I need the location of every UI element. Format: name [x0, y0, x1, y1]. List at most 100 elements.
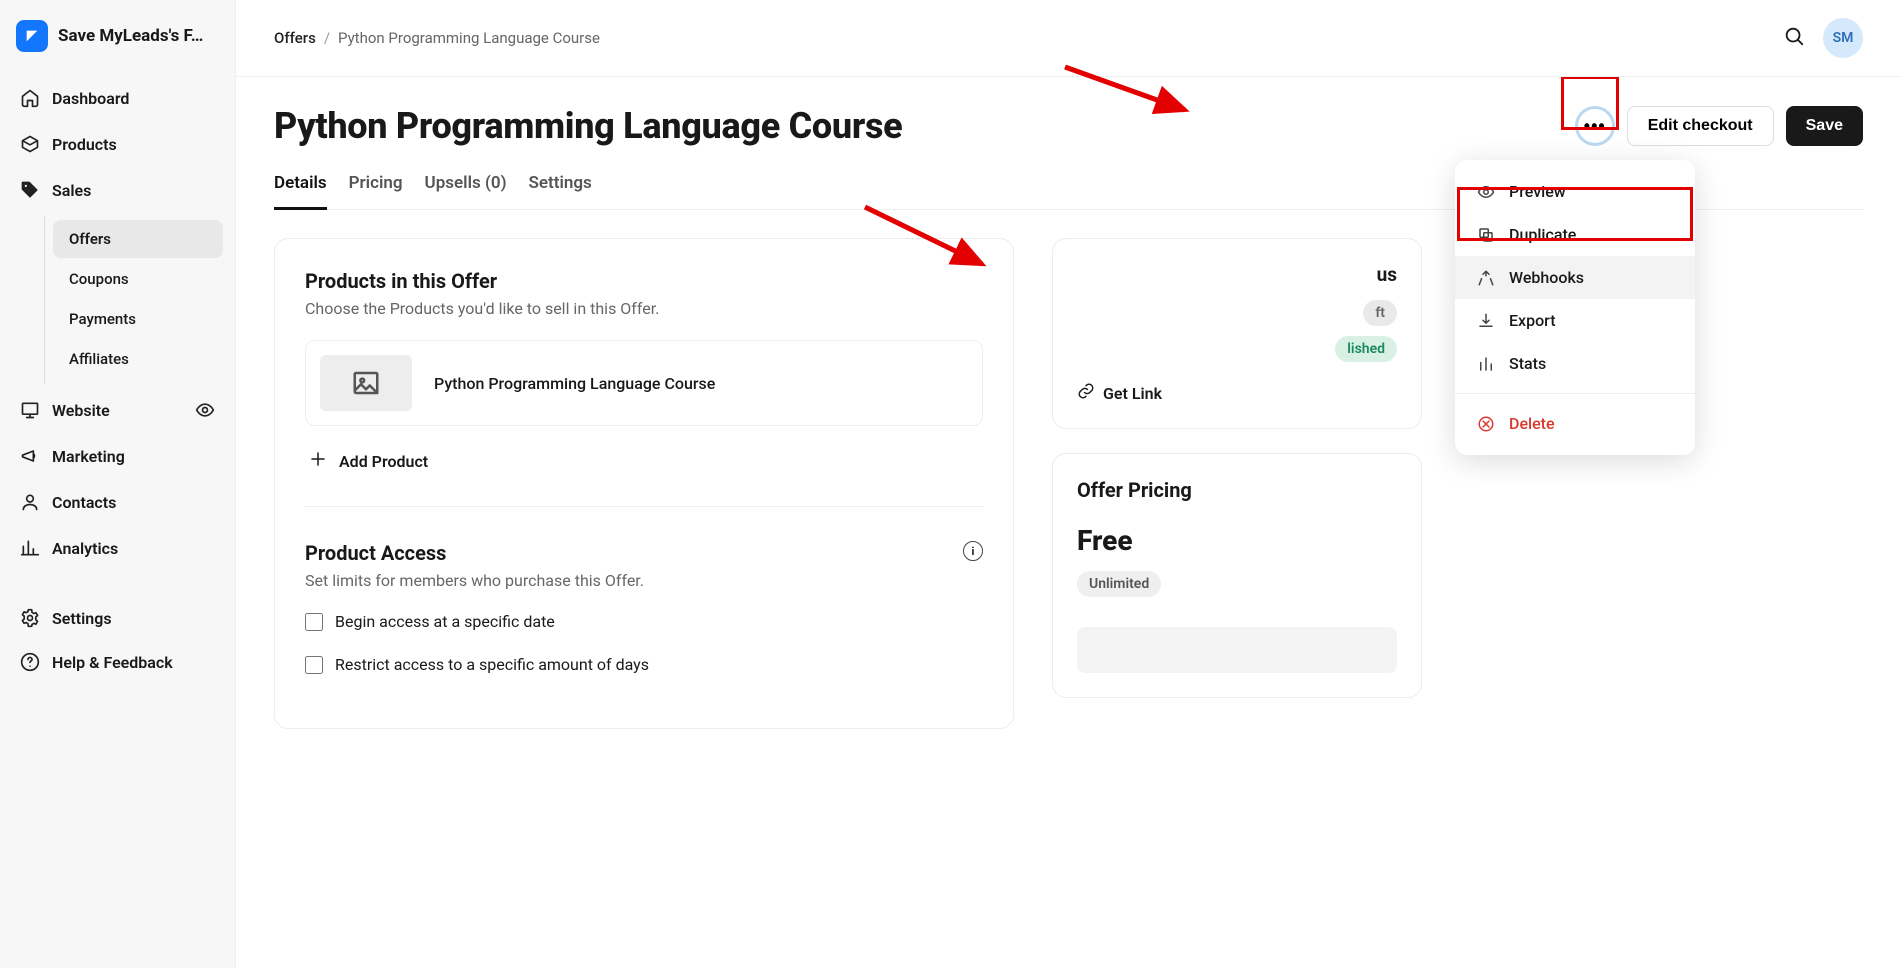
page-title: Python Programming Language Course — [274, 105, 902, 147]
sidebar-item-analytics[interactable]: Analytics — [12, 528, 223, 568]
divider — [305, 506, 983, 507]
sidebar-item-sales[interactable]: Sales — [12, 170, 223, 210]
breadcrumb: Offers / Python Programming Language Cou… — [274, 29, 600, 47]
sidebar-bottom: Settings Help & Feedback — [12, 598, 223, 682]
dd-label: Export — [1509, 311, 1556, 330]
sidebar-item-contacts[interactable]: Contacts — [12, 482, 223, 522]
sidebar-sub-offers[interactable]: Offers — [53, 220, 223, 258]
sidebar-sub-coupons[interactable]: Coupons — [53, 260, 223, 298]
sidebar-item-label: Contacts — [52, 493, 116, 512]
pricing-value: Free — [1077, 524, 1397, 557]
sidebar-sub-affiliates[interactable]: Affiliates — [53, 340, 223, 378]
breadcrumb-root[interactable]: Offers — [274, 29, 316, 47]
products-card: Products in this Offer Choose the Produc… — [274, 238, 1014, 729]
box-icon — [20, 134, 40, 154]
sidebar-item-settings[interactable]: Settings — [12, 598, 223, 638]
sidebar-sales-sub: Offers Coupons Payments Affiliates — [44, 216, 223, 384]
info-icon[interactable]: i — [963, 541, 983, 561]
dd-label: Duplicate — [1509, 225, 1576, 244]
content: Python Programming Language Course ••• E… — [236, 77, 1901, 757]
add-product-label: Add Product — [339, 452, 428, 471]
get-link-label: Get Link — [1103, 384, 1162, 403]
brand[interactable]: Save MyLeads's F… — [12, 20, 223, 52]
dd-label: Preview — [1509, 182, 1566, 201]
monitor-icon — [20, 400, 40, 420]
status-heading: us — [1077, 263, 1397, 286]
image-placeholder-icon — [320, 355, 412, 411]
access-opt-label: Begin access at a specific date — [335, 612, 555, 631]
sidebar-item-marketing[interactable]: Marketing — [12, 436, 223, 476]
brand-name: Save MyLeads's F… — [58, 26, 203, 46]
tab-settings[interactable]: Settings — [529, 163, 592, 210]
pricing-placeholder-box — [1077, 627, 1397, 673]
save-button[interactable]: Save — [1786, 106, 1863, 146]
breadcrumb-current: Python Programming Language Course — [338, 29, 600, 47]
download-icon — [1477, 312, 1495, 330]
dd-label: Webhooks — [1509, 268, 1584, 287]
search-icon[interactable] — [1783, 25, 1805, 51]
status-badge-draft: ft — [1363, 300, 1397, 326]
sidebar-item-website[interactable]: Website — [12, 390, 223, 430]
dd-stats[interactable]: Stats — [1455, 342, 1695, 385]
more-actions-button[interactable]: ••• — [1575, 106, 1615, 146]
sidebar-item-label: Products — [52, 135, 117, 154]
dd-delete[interactable]: Delete — [1455, 402, 1695, 445]
status-badge-published: lished — [1335, 336, 1397, 362]
brand-logo — [16, 20, 48, 52]
product-row[interactable]: Python Programming Language Course — [305, 340, 983, 426]
plus-icon — [309, 450, 327, 472]
access-opt-label: Restrict access to a specific amount of … — [335, 655, 649, 674]
header-actions: ••• Edit checkout Save Preview Duplicate — [1575, 106, 1863, 146]
dd-webhooks[interactable]: Webhooks — [1455, 256, 1695, 299]
sidebar-item-help[interactable]: Help & Feedback — [12, 642, 223, 682]
breadcrumb-separator: / — [324, 29, 330, 47]
link-icon — [1077, 382, 1095, 404]
status-card: us ft lished Get Link — [1052, 238, 1422, 429]
edit-checkout-button[interactable]: Edit checkout — [1627, 106, 1774, 146]
pricing-limit-badge: Unlimited — [1077, 571, 1161, 597]
sidebar-item-label: Website — [52, 401, 110, 420]
access-restrict-days[interactable]: Restrict access to a specific amount of … — [305, 655, 983, 674]
tab-upsells[interactable]: Upsells (0) — [425, 163, 507, 210]
dd-export[interactable]: Export — [1455, 299, 1695, 342]
topbar: Offers / Python Programming Language Cou… — [236, 0, 1901, 77]
dd-duplicate[interactable]: Duplicate — [1455, 213, 1695, 256]
help-circle-icon — [20, 652, 40, 672]
bar-chart-icon — [20, 538, 40, 558]
products-subtitle: Choose the Products you'd like to sell i… — [305, 299, 983, 318]
dd-label: Stats — [1509, 354, 1546, 373]
tab-pricing[interactable]: Pricing — [349, 163, 403, 210]
get-link-button[interactable]: Get Link — [1077, 382, 1397, 404]
eye-icon[interactable] — [195, 400, 215, 420]
dd-preview[interactable]: Preview — [1455, 170, 1695, 213]
delete-icon — [1477, 415, 1495, 433]
add-product-button[interactable]: Add Product — [305, 444, 983, 472]
sidebar-item-label: Analytics — [52, 539, 118, 558]
main: Offers / Python Programming Language Cou… — [236, 0, 1901, 968]
sidebar-item-label: Settings — [52, 609, 112, 628]
access-begin-date[interactable]: Begin access at a specific date — [305, 612, 983, 631]
checkbox-begin-date[interactable] — [305, 613, 323, 631]
checkbox-restrict-days[interactable] — [305, 656, 323, 674]
megaphone-icon — [20, 446, 40, 466]
tab-details[interactable]: Details — [274, 163, 327, 210]
webhook-icon — [1477, 269, 1495, 287]
sidebar-item-label: Help & Feedback — [52, 653, 173, 672]
gear-icon — [20, 608, 40, 628]
sidebar-sub-payments[interactable]: Payments — [53, 300, 223, 338]
user-icon — [20, 492, 40, 512]
copy-icon — [1477, 226, 1495, 244]
tag-icon — [20, 180, 40, 200]
sidebar: Save MyLeads's F… Dashboard Products Sal… — [0, 0, 236, 968]
avatar[interactable]: SM — [1823, 18, 1863, 58]
sidebar-item-dashboard[interactable]: Dashboard — [12, 78, 223, 118]
right-column: us ft lished Get Link Offer Pricing Free… — [1052, 238, 1422, 698]
pricing-card: Offer Pricing Free Unlimited — [1052, 453, 1422, 698]
sidebar-item-label: Sales — [52, 181, 91, 200]
sidebar-item-products[interactable]: Products — [12, 124, 223, 164]
access-subtitle: Set limits for members who purchase this… — [305, 571, 644, 590]
sidebar-item-label: Dashboard — [52, 89, 129, 108]
pricing-heading: Offer Pricing — [1077, 478, 1397, 502]
product-name: Python Programming Language Course — [434, 374, 715, 393]
dd-separator — [1455, 393, 1695, 394]
